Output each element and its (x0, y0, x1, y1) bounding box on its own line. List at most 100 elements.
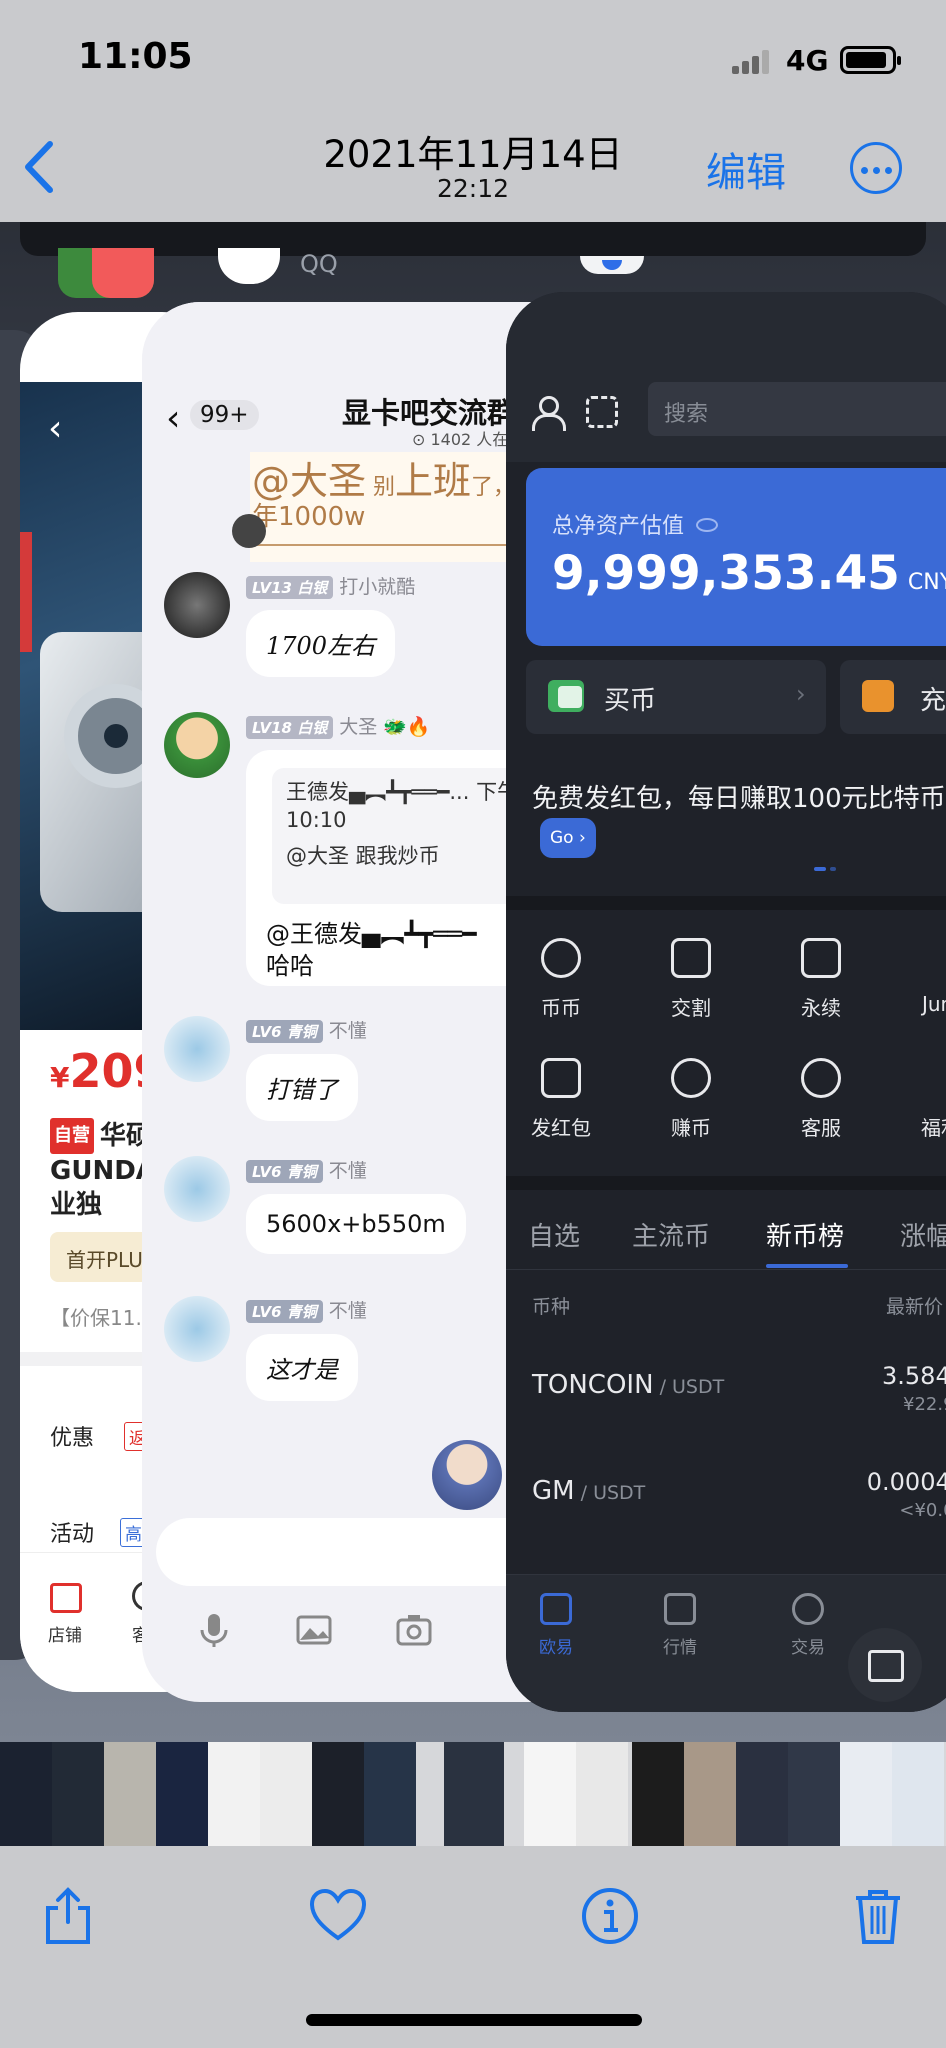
jumpstart-item[interactable]: Jum (886, 938, 946, 1016)
avatar[interactable] (164, 1016, 230, 1082)
search-input[interactable]: 搜索 (648, 382, 946, 436)
photo-thumbnail[interactable] (684, 1742, 736, 1846)
message-text: @王德发▄︻┻┳══━ (266, 920, 477, 948)
avatar[interactable] (164, 1296, 230, 1362)
eye-icon[interactable] (696, 518, 719, 532)
photo-thumbnail[interactable] (104, 1742, 156, 1846)
microphone-icon[interactable] (196, 1612, 232, 1648)
message-bubble[interactable]: 1700左右 (246, 610, 396, 677)
column-header-coin: 币种 (532, 1296, 571, 1318)
tab-favorites[interactable]: 自选 (528, 1216, 580, 1253)
photo-thumbnail[interactable] (632, 1742, 684, 1846)
tab-markets[interactable]: 行情 (640, 1593, 720, 1658)
qq-app-label: QQ (300, 250, 338, 278)
support-item[interactable]: 客服 (766, 1058, 876, 1141)
photo-thumbnail[interactable] (524, 1742, 576, 1846)
info-icon[interactable] (580, 1886, 640, 1946)
divider (506, 1176, 946, 1190)
camera-icon[interactable] (396, 1612, 432, 1648)
photo-thumbnail-strip (0, 1742, 946, 1846)
photo-thumbnail[interactable] (52, 1742, 104, 1846)
share-icon[interactable] (38, 1886, 98, 1946)
total-assets-card[interactable]: 总净资产估值 9,999,353.45CNY (526, 468, 946, 646)
earn-item[interactable]: 赚币 (636, 1058, 746, 1141)
red-packet-icon (541, 1058, 581, 1098)
product-accent (20, 532, 32, 652)
trash-icon[interactable] (848, 1886, 908, 1946)
user-icon[interactable] (532, 396, 566, 431)
message-bubble[interactable]: 这才是 (246, 1334, 358, 1401)
buy-crypto-button[interactable]: 买币 › (526, 660, 826, 734)
photo-thumbnail[interactable] (892, 1742, 944, 1846)
avatar[interactable] (432, 1440, 502, 1510)
message-sender: LV6 青铜 不懂 (246, 1296, 367, 1323)
tab-mainstream[interactable]: 主流币 (632, 1216, 710, 1253)
column-header-price: 最新价 (886, 1296, 944, 1318)
chevron-left-icon[interactable]: ‹ (48, 408, 62, 449)
active-tab-indicator (766, 1264, 848, 1268)
message-bubble[interactable]: 打错了 (246, 1054, 358, 1121)
okex-app-icon[interactable] (580, 256, 644, 274)
table-row[interactable]: GM / USDT (532, 1476, 645, 1506)
carousel-indicator (814, 867, 838, 871)
rewards-item[interactable]: 福利 (886, 1058, 946, 1141)
avatar[interactable] (164, 712, 230, 778)
tab-new-coins[interactable]: 新币榜 (766, 1216, 844, 1253)
deposit-button[interactable]: 充 (840, 660, 946, 734)
go-button[interactable]: Go › (540, 818, 596, 858)
self-operated-tag: 自营 (50, 1118, 94, 1154)
buy-label: 买币 (604, 686, 657, 716)
unread-badge[interactable]: 99+ (190, 400, 259, 430)
photo-thumbnail[interactable] (0, 1742, 52, 1846)
photo-date: 2021年11月14日 (323, 133, 623, 176)
coin-price: 3.5841 (882, 1362, 946, 1390)
promotion-label: 活动 (50, 1522, 95, 1547)
coin-price-cny: ¥22.94 (903, 1394, 946, 1415)
photo-thumbnail[interactable] (260, 1742, 312, 1846)
heart-icon[interactable] (308, 1886, 368, 1946)
photo-thumbnail[interactable] (840, 1742, 892, 1846)
home-indicator[interactable] (306, 2014, 642, 2026)
bitcoin-icon (671, 1058, 711, 1098)
level-badge: LV6 青铜 (246, 1300, 323, 1323)
more-options-button[interactable] (850, 142, 902, 194)
previous-card-edge (20, 222, 926, 256)
wechat-app-icon[interactable] (58, 248, 154, 298)
chevron-left-icon[interactable]: ‹ (166, 398, 180, 439)
asset-value: 9,999,353.45CNY (552, 546, 946, 601)
photo-thumbnail[interactable] (736, 1742, 788, 1846)
current-photo-thumbnail[interactable] (444, 1742, 504, 1846)
refresh-icon (541, 938, 581, 978)
okex-app-card[interactable]: 搜索 总净资产估值 9,999,353.45CNY 买币 › 充 免费发红包，每… (506, 292, 946, 1712)
bottom-toolbar (0, 1846, 946, 2048)
live-text-scan-button[interactable] (848, 1628, 922, 1702)
avatar[interactable] (164, 572, 230, 638)
level-badge: LV6 青铜 (246, 1020, 323, 1043)
home-icon (540, 1593, 572, 1625)
tab-home[interactable]: 欧易 (516, 1593, 596, 1658)
red-packet-item[interactable]: 发红包 (506, 1058, 616, 1141)
avatar[interactable] (164, 1156, 230, 1222)
perpetual-item[interactable]: 永续 (766, 938, 876, 1021)
tab-gainers[interactable]: 涨幅 (900, 1216, 946, 1253)
spot-trading-item[interactable]: 币币 (506, 938, 616, 1021)
photo-thumbnail[interactable] (788, 1742, 840, 1846)
okex-header: 搜索 (506, 292, 946, 462)
photo-thumbnail[interactable] (312, 1742, 364, 1846)
edit-button[interactable]: 编辑 (706, 140, 786, 198)
shop-icon[interactable] (50, 1583, 82, 1613)
cellular-signal-icon (732, 48, 774, 74)
photo-thumbnail[interactable] (364, 1742, 416, 1846)
photo-thumbnail[interactable] (208, 1742, 260, 1846)
message-bubble[interactable]: 5600x+b550m (246, 1194, 466, 1254)
image-icon[interactable] (296, 1612, 332, 1648)
table-row[interactable]: TONCOIN / USDT (532, 1370, 724, 1400)
tab-trade[interactable]: 交易 (768, 1593, 848, 1658)
futures-item[interactable]: 交割 (636, 938, 746, 1021)
shop-label[interactable]: 店铺 (48, 1621, 82, 1646)
scan-icon[interactable] (586, 396, 618, 428)
wallet-icon (862, 680, 894, 712)
photo-thumbnail[interactable] (576, 1742, 628, 1846)
promo-banner[interactable]: 免费发红包，每日赚取100元比特币Go › (532, 780, 946, 858)
photo-thumbnail[interactable] (156, 1742, 208, 1846)
